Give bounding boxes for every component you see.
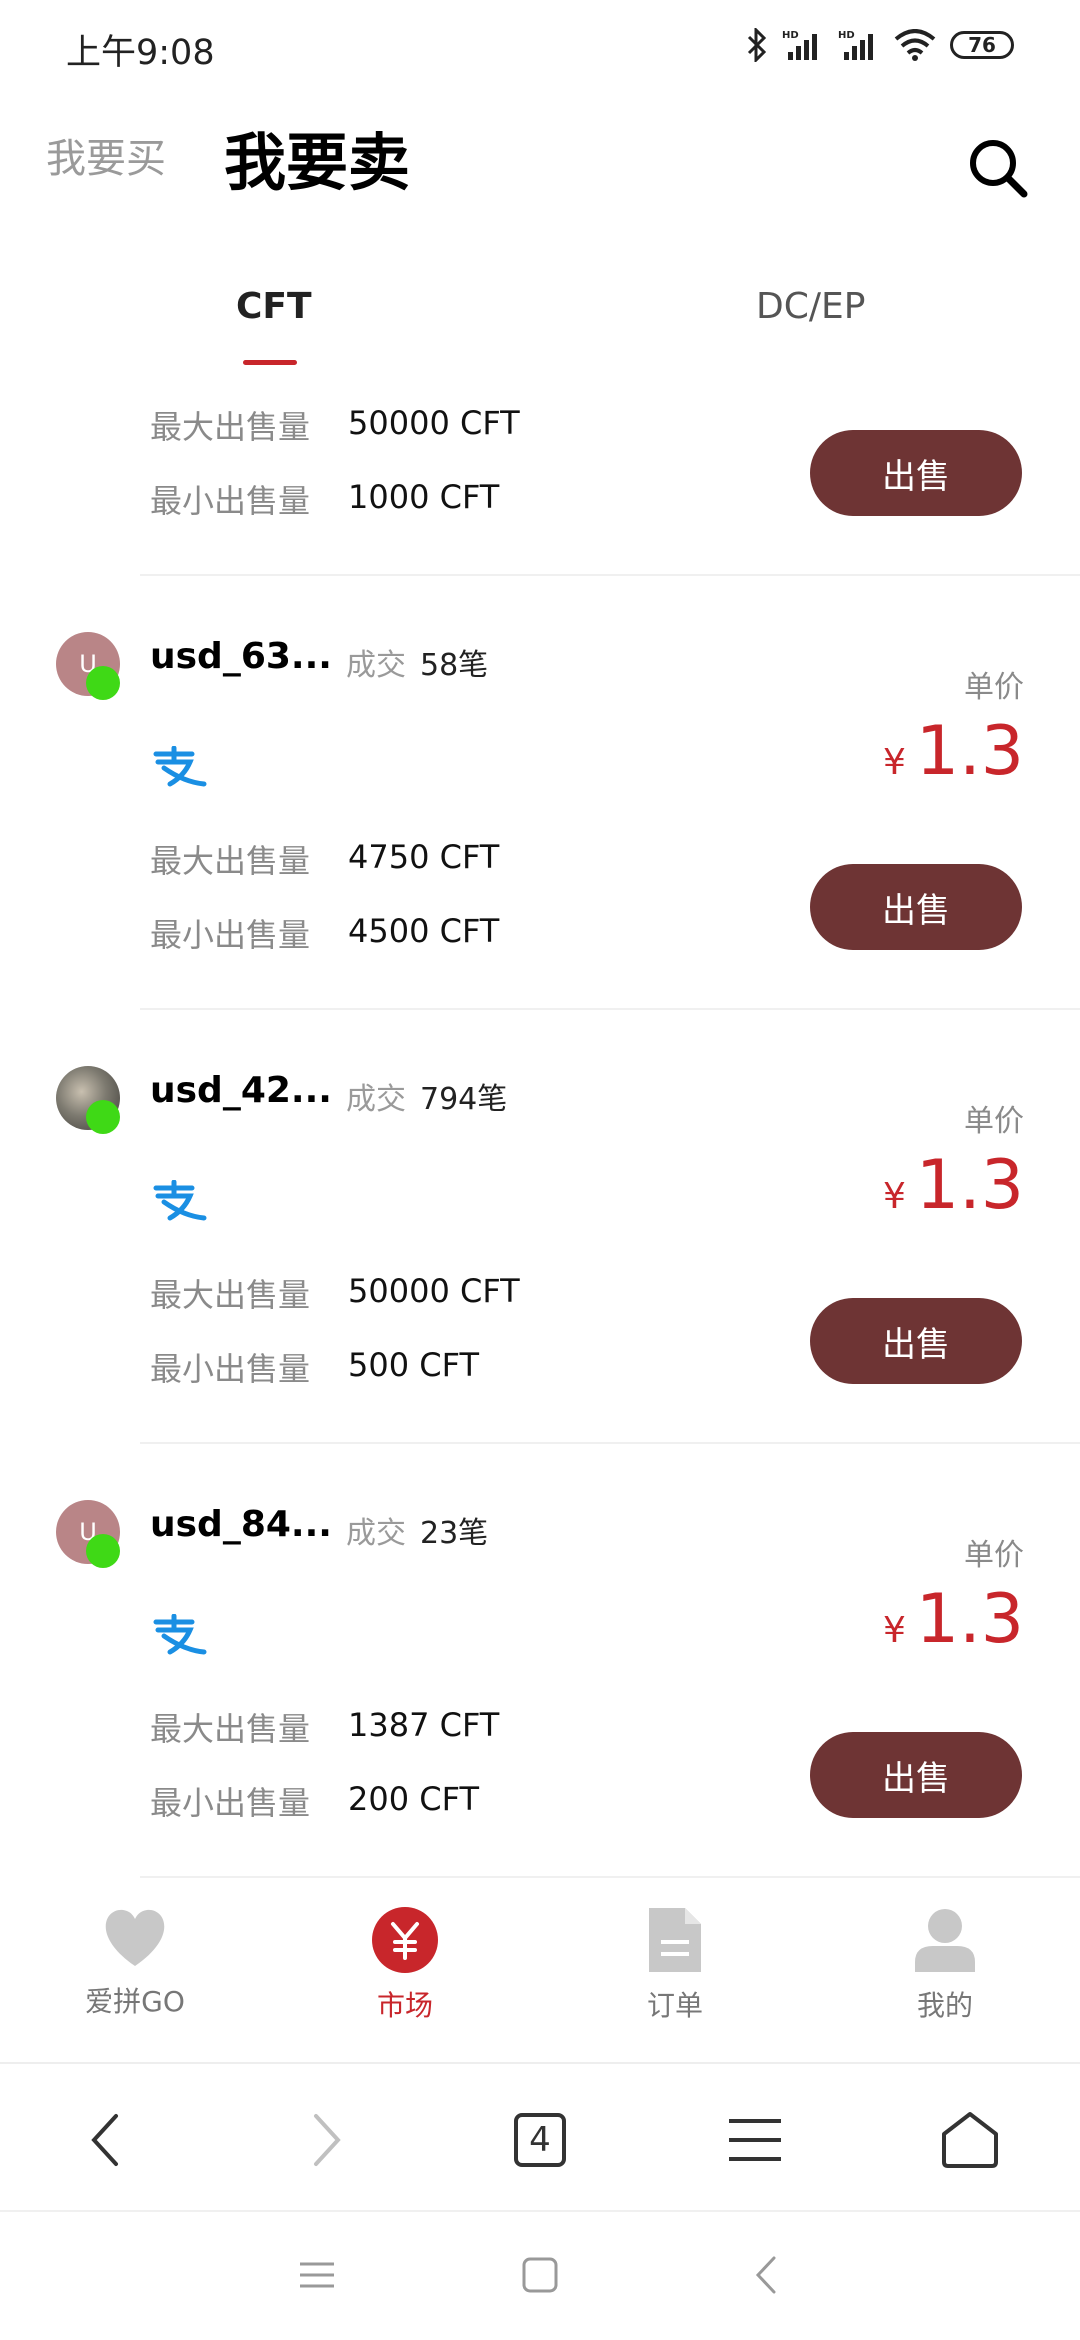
online-status-dot xyxy=(86,1100,120,1134)
max-sell-value: 50000 CFT xyxy=(348,404,520,442)
list-divider xyxy=(140,1008,1080,1010)
unit-price-label: 单价 xyxy=(964,1104,1024,1139)
active-tab-indicator xyxy=(243,360,297,365)
home-square-icon[interactable] xyxy=(515,2250,565,2300)
signal-icon-2: HD xyxy=(838,30,873,60)
sell-button[interactable]: 出售 xyxy=(810,1298,1022,1384)
min-sell-value: 500 CFT xyxy=(348,1346,479,1384)
currency-symbol: ¥ xyxy=(882,1176,906,1217)
min-sell-value: 1000 CFT xyxy=(348,478,500,516)
tab-count: 4 xyxy=(514,2113,566,2167)
yuan-icon xyxy=(372,1907,438,1973)
price: ¥ 1.3 xyxy=(883,712,1024,791)
price: ¥ 1.3 xyxy=(883,1580,1024,1659)
max-sell-value: 1387 CFT xyxy=(348,1706,500,1744)
menu-button[interactable] xyxy=(715,2100,795,2180)
menu-icon xyxy=(729,2119,781,2161)
home-button[interactable] xyxy=(930,2100,1010,2180)
trades-label: 成交 xyxy=(346,1082,406,1117)
nav-label: 市场 xyxy=(376,1989,433,2022)
wifi-icon xyxy=(894,29,936,61)
back-button[interactable] xyxy=(66,2100,146,2180)
price-value: 1.3 xyxy=(915,712,1024,791)
battery-indicator: 76 xyxy=(950,31,1014,59)
online-status-dot xyxy=(86,666,120,700)
chevron-right-icon xyxy=(314,2114,341,2166)
min-sell-value: 200 CFT xyxy=(348,1780,479,1818)
svg-text:HD: HD xyxy=(782,30,799,41)
max-sell-label: 最大出售量 xyxy=(150,1276,311,1314)
recents-icon[interactable] xyxy=(292,2250,342,2300)
min-sell-label: 最小出售量 xyxy=(150,482,311,520)
nav-item-orders[interactable]: 订单 xyxy=(595,1906,755,2024)
currency-symbol: ¥ xyxy=(882,1610,906,1651)
status-icons: HD HD 76 xyxy=(746,28,1014,62)
heart-icon xyxy=(105,1909,165,1966)
sell-button[interactable]: 出售 xyxy=(810,864,1022,950)
tabs-button[interactable]: 4 xyxy=(500,2100,580,2180)
min-sell-label: 最小出售量 xyxy=(150,916,311,954)
chevron-left-icon xyxy=(91,2114,118,2166)
document-icon xyxy=(649,1908,701,1972)
max-sell-value: 4750 CFT xyxy=(348,838,500,876)
max-sell-label: 最大出售量 xyxy=(150,842,311,880)
trades-count: 23笔 xyxy=(420,1516,489,1551)
nav-item-mine[interactable]: 我的 xyxy=(865,1906,1025,2024)
username[interactable]: usd_63... xyxy=(150,636,332,677)
price: ¥ 1.3 xyxy=(883,1146,1024,1225)
sell-button[interactable]: 出售 xyxy=(810,430,1022,516)
nav-label: 订单 xyxy=(646,1989,703,2022)
sell-button[interactable]: 出售 xyxy=(810,1732,1022,1818)
price-value: 1.3 xyxy=(915,1146,1024,1225)
person-icon xyxy=(915,1909,975,1972)
status-time: 上午9:08 xyxy=(66,33,215,73)
alipay-icon xyxy=(153,1614,207,1655)
min-sell-value: 4500 CFT xyxy=(348,912,500,950)
list-divider xyxy=(140,1876,1080,1878)
nav-label: 爱拼GO xyxy=(85,1985,185,2018)
trades-label: 成交 xyxy=(346,648,406,683)
trades-count: 58笔 xyxy=(420,648,489,683)
max-sell-label: 最大出售量 xyxy=(150,1710,311,1748)
back-chevron-icon[interactable] xyxy=(742,2250,792,2300)
list-divider xyxy=(140,1442,1080,1444)
nav-item-aipin[interactable]: 爱拼GO xyxy=(55,1906,215,2020)
tab-cft[interactable]: CFT xyxy=(236,286,312,327)
username[interactable]: usd_84... xyxy=(150,1504,332,1545)
min-sell-label: 最小出售量 xyxy=(150,1784,311,1822)
svg-text:HD: HD xyxy=(838,30,855,41)
username[interactable]: usd_42... xyxy=(150,1070,332,1111)
tab-buy[interactable]: 我要买 xyxy=(46,126,166,184)
unit-price-label: 单价 xyxy=(964,670,1024,705)
currency-symbol: ¥ xyxy=(882,742,906,783)
tab-dcep[interactable]: DC/EP xyxy=(756,286,865,327)
trades-label: 成交 xyxy=(346,1516,406,1551)
unit-price-label: 单价 xyxy=(964,1538,1024,1573)
list-divider xyxy=(140,574,1080,576)
search-icon[interactable] xyxy=(966,136,1030,200)
max-sell-value: 50000 CFT xyxy=(348,1272,520,1310)
home-icon xyxy=(942,2112,998,2168)
forward-button[interactable] xyxy=(286,2100,366,2180)
nav-label: 我的 xyxy=(916,1989,973,2022)
online-status-dot xyxy=(86,1534,120,1568)
alipay-icon xyxy=(153,1180,207,1221)
nav-divider xyxy=(0,2062,1080,2064)
price-value: 1.3 xyxy=(915,1580,1024,1659)
signal-icon: HD xyxy=(782,30,817,60)
alipay-icon xyxy=(153,746,207,787)
tab-sell[interactable]: 我要卖 xyxy=(224,112,410,202)
bluetooth-icon xyxy=(747,28,767,62)
trades-count: 794笔 xyxy=(420,1082,508,1117)
nav-item-market[interactable]: 市场 xyxy=(325,1906,485,2024)
max-sell-label: 最大出售量 xyxy=(150,408,311,446)
min-sell-label: 最小出售量 xyxy=(150,1350,311,1388)
